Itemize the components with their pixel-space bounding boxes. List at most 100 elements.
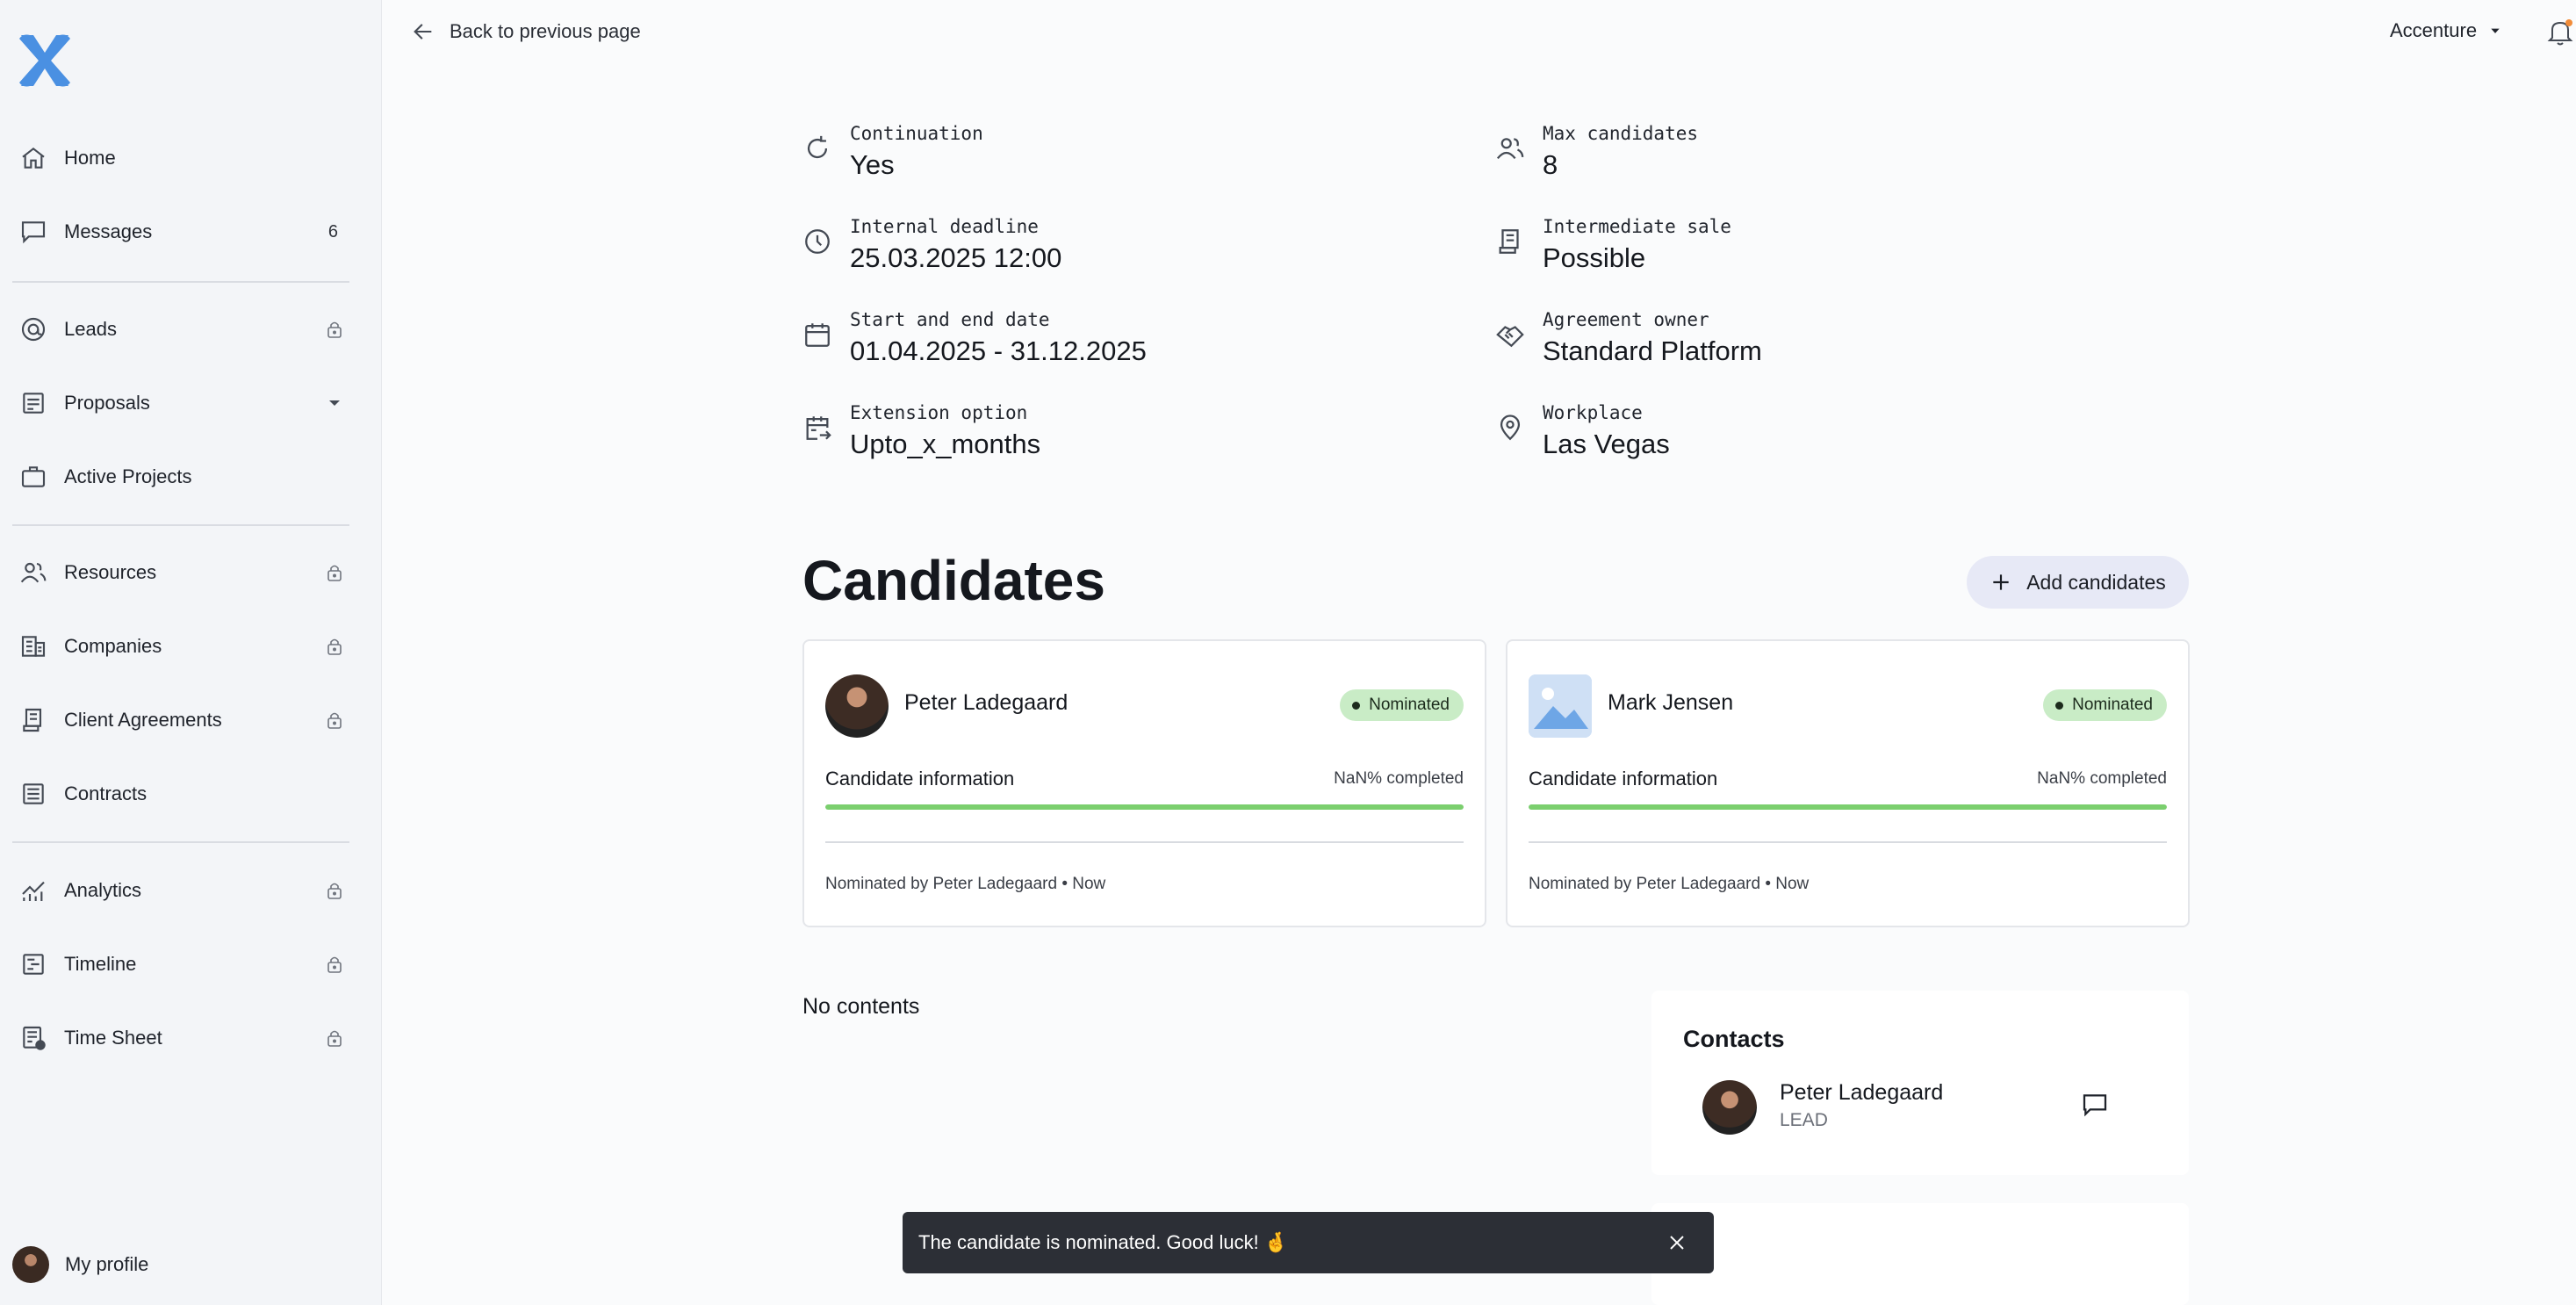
- candidate-info-label: Candidate information: [1529, 768, 1718, 789]
- sidebar-item-label: Leads: [64, 318, 117, 340]
- timesheet-icon: [18, 1022, 49, 1054]
- progress-bar-fill: [825, 804, 1464, 810]
- chevron-down-icon: [2491, 28, 2500, 33]
- detail-label: Agreement owner: [1543, 309, 1709, 330]
- sidebar-item-label: Timeline: [64, 953, 137, 975]
- sidebar-item-client-agreements[interactable]: Client Agreements: [0, 692, 382, 748]
- detail-label: Workplace: [1543, 402, 1643, 423]
- sidebar-item-label: Proposals: [64, 392, 150, 414]
- lock-icon: [324, 319, 345, 340]
- progress-text: NaN% completed: [2037, 769, 2167, 788]
- lock-icon: [324, 710, 345, 731]
- message-contact-icon[interactable]: [2081, 1091, 2109, 1119]
- sidebar-item-label: Resources: [64, 561, 157, 583]
- image-placeholder-icon: [1529, 674, 1592, 738]
- progress-bar-fill: [1529, 804, 2167, 810]
- my-profile-link[interactable]: My profile: [12, 1245, 148, 1284]
- sidebar-item-analytics[interactable]: Analytics: [0, 862, 382, 919]
- detail-value: Standard Platform: [1543, 335, 1762, 366]
- message-icon: [18, 216, 49, 248]
- detail-label: Internal deadline: [850, 216, 1039, 237]
- candidate-name[interactable]: Peter Ladegaard: [904, 690, 1068, 716]
- detail-value: 8: [1543, 149, 1558, 180]
- close-icon[interactable]: [1666, 1232, 1687, 1253]
- sidebar-item-companies[interactable]: Companies: [0, 618, 382, 674]
- contacts-heading: Contacts: [1683, 1026, 1785, 1052]
- sidebar-item-label: Contracts: [64, 782, 148, 804]
- sidebar-item-leads[interactable]: Leads: [0, 301, 382, 357]
- messages-count-badge: 6: [327, 221, 338, 242]
- sidebar-item-label: Client Agreements: [64, 709, 222, 731]
- lock-icon: [324, 636, 345, 657]
- contact-name[interactable]: Peter Ladegaard: [1780, 1080, 1943, 1106]
- add-candidates-label: Add candidates: [2026, 570, 2166, 594]
- detail-label: Extension option: [850, 402, 1028, 423]
- sidebar-divider: [12, 841, 349, 843]
- location-pin-icon: [1495, 413, 1527, 444]
- organization-dropdown[interactable]: Accenture: [2390, 19, 2501, 42]
- secondary-panel: es: [1651, 1203, 2189, 1305]
- calendar-extend-icon: [802, 413, 834, 444]
- sidebar-item-timeline[interactable]: Timeline: [0, 936, 382, 992]
- chart-icon: [18, 875, 49, 906]
- notification-bell-icon[interactable]: [2544, 16, 2576, 47]
- chevron-down-icon[interactable]: [324, 393, 345, 414]
- progress-text: NaN% completed: [1334, 769, 1464, 788]
- timeline-icon: [18, 948, 49, 980]
- sidebar-item-messages[interactable]: Messages 6: [0, 204, 382, 260]
- sidebar-item-home[interactable]: Home: [0, 130, 382, 186]
- detail-label: Intermediate sale: [1543, 216, 1731, 237]
- sidebar-item-time-sheet[interactable]: Time Sheet: [0, 1010, 382, 1066]
- toast-message: The candidate is nominated. Good luck! 🤞: [918, 1231, 1289, 1253]
- candidate-name[interactable]: Mark Jensen: [1608, 690, 1733, 716]
- arrow-left-icon: [414, 24, 432, 40]
- detail-value: Possible: [1543, 242, 1646, 273]
- calendar-icon: [802, 320, 834, 351]
- sidebar-divider: [12, 281, 349, 283]
- detail-label: Start and end date: [850, 309, 1050, 330]
- detail-label: Max candidates: [1543, 123, 1699, 144]
- receipt-icon: [18, 704, 49, 736]
- candidate-info-label: Candidate information: [825, 768, 1015, 789]
- card-divider: [825, 841, 1464, 843]
- my-profile-label: My profile: [65, 1253, 149, 1275]
- back-button[interactable]: Back to previous page: [411, 19, 641, 44]
- lock-icon: [324, 880, 345, 901]
- sidebar-divider: [12, 524, 349, 526]
- candidates-heading: Candidates: [802, 549, 1105, 612]
- contacts-panel: Contacts Peter Ladegaard LEAD: [1651, 991, 2189, 1175]
- sidebar-item-proposals[interactable]: Proposals: [0, 375, 382, 431]
- sidebar-item-active-projects[interactable]: Active Projects: [0, 449, 382, 505]
- sidebar-item-contracts[interactable]: Contracts: [0, 766, 382, 822]
- sidebar-item-label: Companies: [64, 635, 162, 657]
- document-icon: [18, 387, 49, 419]
- nominated-by-text: Nominated by Peter Ladegaard • Now: [1529, 875, 1810, 893]
- briefcase-icon: [18, 461, 49, 493]
- detail-value: 25.03.2025 12:00: [850, 242, 1062, 273]
- add-candidates-button[interactable]: Add candidates: [1967, 556, 2189, 609]
- detail-label: Continuation: [850, 123, 983, 144]
- app-logo[interactable]: [14, 30, 76, 91]
- progress-bar: [825, 804, 1464, 810]
- building-icon: [18, 631, 49, 662]
- users-icon: [18, 557, 49, 588]
- status-badge: Nominated: [1340, 689, 1464, 721]
- organization-name: Accenture: [2390, 19, 2478, 41]
- sidebar-item-label: Active Projects: [64, 465, 192, 487]
- candidate-card[interactable]: Mark Jensen Nominated Candidate informat…: [1506, 639, 2190, 927]
- candidate-card[interactable]: Peter Ladegaard Nominated Candidate info…: [802, 639, 1486, 927]
- avatar: [1702, 1080, 1757, 1135]
- sidebar-item-resources[interactable]: Resources: [0, 544, 382, 601]
- sidebar-item-label: Time Sheet: [64, 1027, 162, 1049]
- nominated-by-text: Nominated by Peter Ladegaard • Now: [825, 875, 1106, 893]
- users-icon: [1495, 133, 1527, 165]
- sidebar-item-label: Home: [64, 147, 116, 169]
- lock-icon: [324, 562, 345, 583]
- handshake-icon: [1495, 320, 1527, 351]
- sidebar: Home Messages 6 Leads Proposals Active P…: [0, 0, 382, 1305]
- sidebar-item-label: Messages: [64, 220, 153, 242]
- toast-notification: The candidate is nominated. Good luck! 🤞: [903, 1212, 1714, 1273]
- plus-icon: [1993, 574, 2009, 590]
- list-icon: [18, 778, 49, 810]
- back-label: Back to previous page: [450, 20, 641, 42]
